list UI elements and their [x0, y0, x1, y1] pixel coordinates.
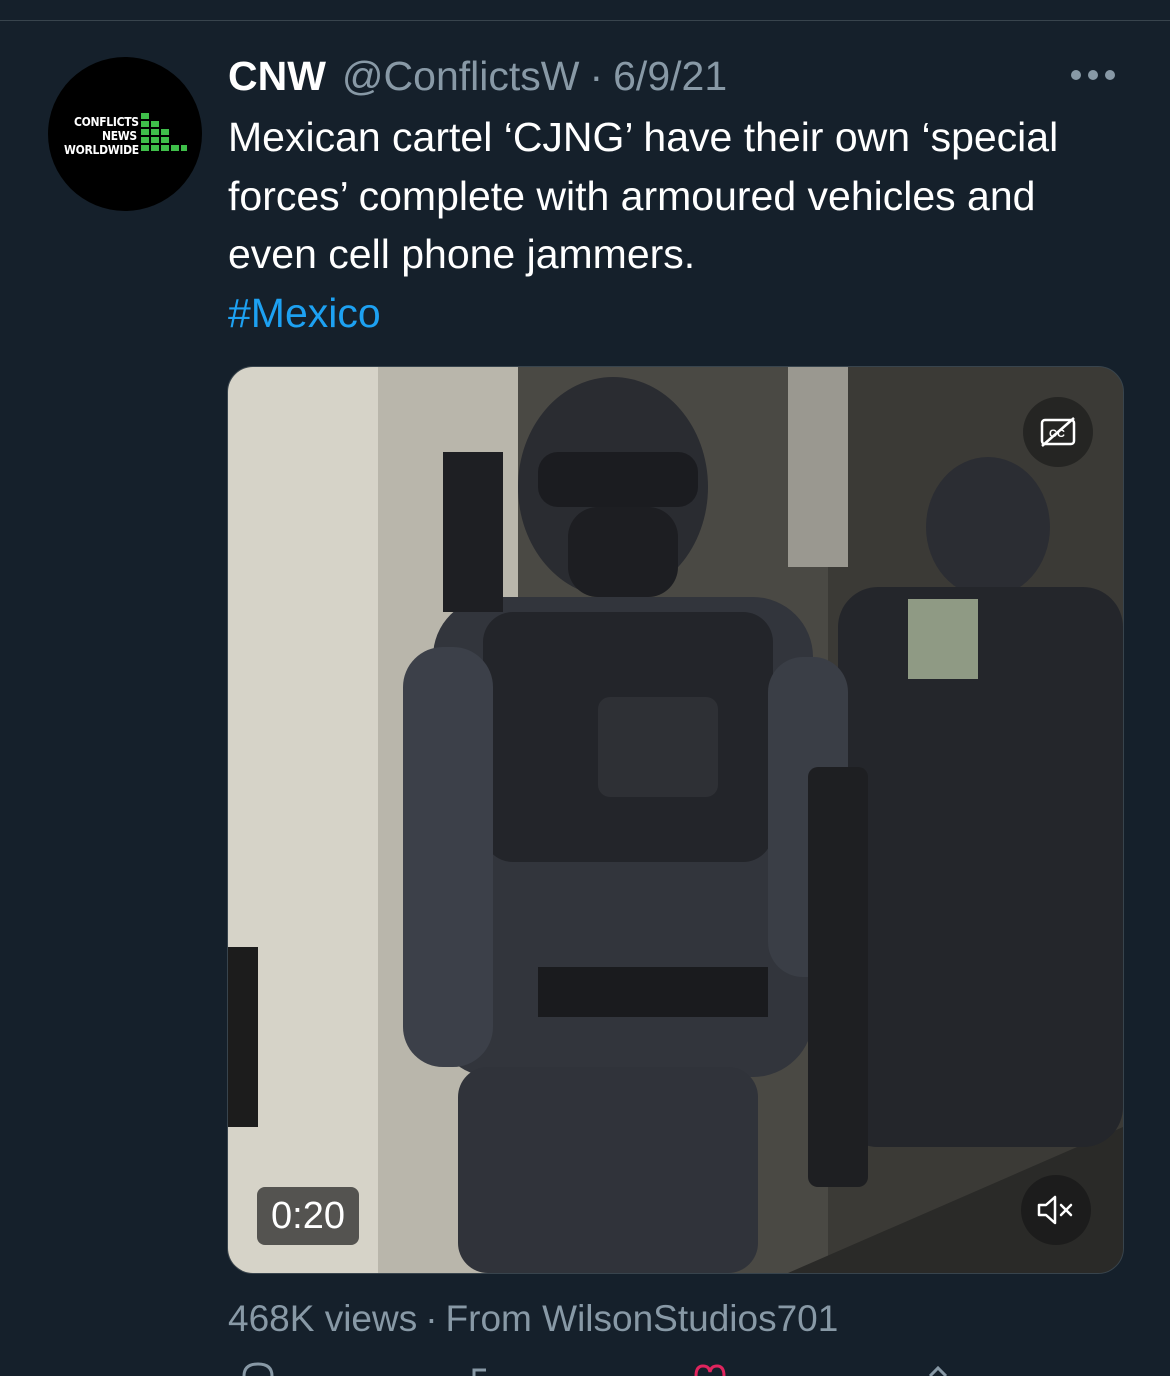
captions-button[interactable]: CC	[1023, 397, 1093, 467]
share-icon[interactable]	[918, 1362, 958, 1376]
more-options-button[interactable]	[1066, 55, 1120, 95]
hashtag-link[interactable]: #Mexico	[228, 284, 1128, 343]
video-duration: 0:20	[257, 1187, 359, 1245]
stats-separator: ·	[425, 1298, 438, 1339]
like-icon[interactable]	[690, 1362, 730, 1376]
video-stats: 468K views · From WilsonStudios701	[228, 1298, 838, 1340]
video-frame	[228, 367, 1123, 1273]
tweet-actions	[228, 1362, 1128, 1376]
avatar-logo-text: CONFLICTS NEWS WORLDWIDE	[64, 115, 139, 157]
video-player[interactable]: CC 0:20	[227, 366, 1124, 1274]
reply-icon[interactable]	[238, 1362, 278, 1376]
video-source-link[interactable]: From WilsonStudios701	[446, 1298, 839, 1339]
retweet-icon[interactable]	[468, 1362, 508, 1376]
avatar[interactable]: CONFLICTS NEWS WORLDWIDE	[48, 57, 202, 211]
view-count: 468K views	[228, 1298, 418, 1339]
top-divider	[0, 20, 1170, 21]
header-separator: ·	[589, 52, 604, 99]
tweet-text: Mexican cartel ‘CJNG’ have their own ‘sp…	[228, 114, 1059, 277]
mute-toggle-button[interactable]	[1021, 1175, 1091, 1245]
closed-captions-off-icon: CC	[1040, 417, 1076, 447]
tweet-body: Mexican cartel ‘CJNG’ have their own ‘sp…	[228, 108, 1128, 342]
tweet-header: CNW @ConflictsW · 6/9/21	[228, 50, 727, 102]
display-name[interactable]: CNW	[228, 53, 326, 100]
more-horizontal-icon	[1071, 70, 1115, 80]
volume-muted-icon	[1037, 1195, 1073, 1225]
user-handle[interactable]: @ConflictsW	[342, 53, 580, 100]
tweet-date[interactable]: 6/9/21	[613, 53, 727, 100]
